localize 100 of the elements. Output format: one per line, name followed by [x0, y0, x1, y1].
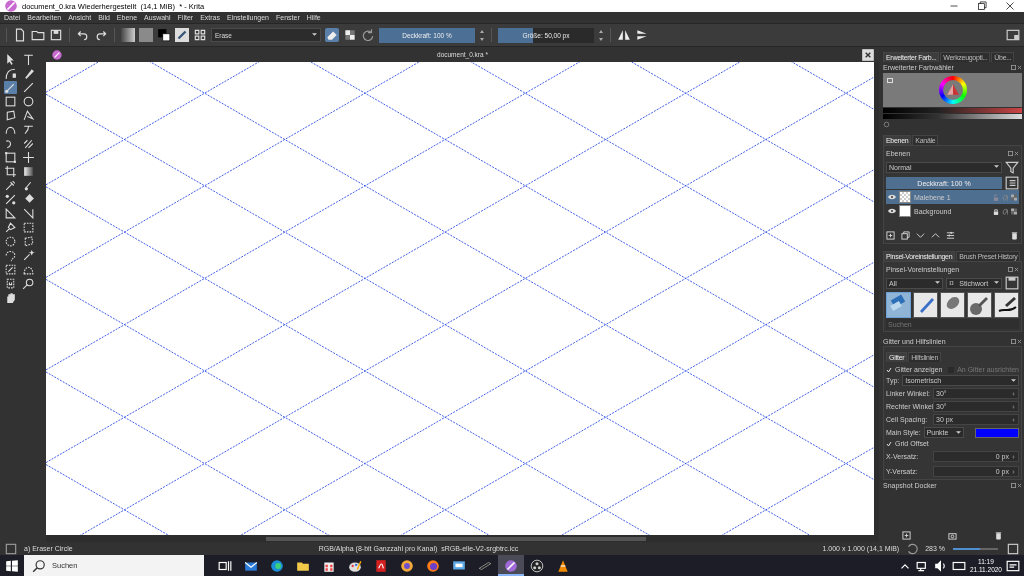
checkerboard-icon[interactable]	[1011, 193, 1017, 201]
eye-icon[interactable]	[888, 208, 896, 214]
redo-icon[interactable]	[94, 28, 108, 42]
layer-thumbnail	[899, 191, 911, 203]
dock-toggle-icon[interactable]	[1006, 28, 1020, 42]
checkbox[interactable]	[886, 366, 892, 373]
assistant-tool-icon[interactable]	[22, 207, 35, 220]
layer-properties-icon[interactable]	[1005, 176, 1019, 190]
pin-tool-icon[interactable]	[4, 221, 17, 234]
sliders-icon[interactable]	[946, 230, 955, 240]
mirror-horizontal-icon[interactable]	[617, 28, 631, 42]
polygon-tool-icon[interactable]	[4, 109, 17, 122]
ellipse-tool-icon[interactable]	[22, 95, 35, 108]
transform-tool-icon[interactable]	[4, 151, 17, 164]
color-swatch[interactable]	[975, 427, 1019, 438]
restore-icon[interactable]	[975, 0, 989, 13]
brush-tool-icon[interactable]	[4, 81, 17, 94]
marker-preset-thumbnail[interactable]	[913, 292, 938, 318]
menu-icon[interactable]	[887, 78, 893, 83]
ellipse-select-tool-icon[interactable]	[4, 235, 17, 248]
fill-tool-icon[interactable]	[22, 193, 35, 206]
gradient-tool-icon[interactable]	[22, 165, 35, 178]
pattern-swatch-icon[interactable]	[139, 28, 153, 42]
foreground-background-color-icon[interactable]	[157, 28, 171, 42]
airbrush-preset-thumbnail[interactable]	[940, 292, 965, 318]
caret-icon	[312, 33, 317, 37]
rect-tool-icon[interactable]	[4, 95, 17, 108]
checkerboard-icon[interactable]	[1011, 207, 1017, 215]
brush-app-icon	[504, 558, 518, 573]
color-triangle[interactable]	[945, 83, 960, 97]
traffic-cone-icon	[556, 558, 570, 573]
save-icon[interactable]	[49, 28, 63, 42]
windows-logo-icon[interactable]	[5, 558, 19, 573]
checkbox[interactable]	[886, 440, 892, 447]
pan-tool-icon[interactable]	[4, 291, 17, 304]
shape-edit-tool-icon[interactable]	[4, 67, 17, 80]
rotate-icon[interactable]	[905, 541, 920, 556]
caret-icon	[994, 165, 999, 169]
filter-icon[interactable]	[1005, 160, 1019, 174]
polygon-select-tool-icon[interactable]	[22, 235, 35, 248]
duplicate-icon[interactable]	[901, 230, 910, 240]
undo-icon[interactable]	[76, 28, 90, 42]
chevron-down-icon[interactable]	[916, 230, 925, 240]
eraser-icon[interactable]	[325, 28, 339, 42]
magnetic-select-tool-icon[interactable]	[4, 277, 17, 290]
camera-icon[interactable]	[948, 530, 957, 540]
multibrush-tool-icon[interactable]	[22, 137, 35, 150]
eyedropper-tool-icon[interactable]	[4, 179, 17, 192]
add-layer-icon[interactable]	[886, 230, 895, 240]
path-tool-icon[interactable]	[22, 123, 35, 136]
zoom-slider[interactable]	[953, 547, 998, 550]
polyline-tool-icon[interactable]	[22, 109, 35, 122]
lock-icon[interactable]	[993, 207, 999, 215]
save-icon[interactable]	[1005, 276, 1019, 290]
float-icon[interactable]	[1011, 483, 1016, 488]
app-logo-icon	[50, 47, 64, 62]
add-icon[interactable]	[901, 530, 911, 540]
horizontal-scrollbar[interactable]	[46, 535, 879, 542]
vertical-scrollbar[interactable]	[874, 62, 879, 535]
eraser-preset-thumbnail[interactable]	[886, 292, 911, 318]
crop-tool-icon[interactable]	[4, 165, 17, 178]
color-gradient-bar[interactable]	[883, 108, 1022, 113]
new-document-icon[interactable]	[13, 28, 27, 42]
volume-icon[interactable]	[933, 558, 948, 573]
color-gradient-bar[interactable]	[883, 114, 1022, 119]
similar-select-tool-icon[interactable]	[4, 263, 17, 276]
pencil-preset-thumbnail[interactable]	[994, 292, 1019, 318]
float-icon[interactable]	[1011, 339, 1016, 344]
reload-icon[interactable]	[361, 28, 375, 42]
trash-icon[interactable]	[1010, 230, 1019, 240]
trash-icon[interactable]	[994, 530, 1004, 540]
task-view-icon	[218, 558, 232, 573]
pointer-tool-icon[interactable]	[4, 53, 17, 66]
folder-icon[interactable]	[31, 28, 45, 42]
color-wheel[interactable]	[938, 76, 967, 104]
brush-preset-icon[interactable]	[175, 28, 189, 42]
move-tool-icon[interactable]	[22, 151, 35, 164]
rect-select-tool-icon[interactable]	[22, 221, 35, 234]
mirror-vertical-icon[interactable]	[635, 28, 649, 42]
checkerboard-icon[interactable]	[343, 28, 357, 42]
zoom-tool-icon[interactable]	[22, 277, 35, 290]
freehand-select-tool-icon[interactable]	[4, 249, 17, 262]
caret-icon	[994, 281, 999, 285]
float-icon[interactable]	[1008, 151, 1013, 156]
notification-icon[interactable]	[1006, 558, 1020, 573]
float-icon[interactable]	[1008, 267, 1013, 272]
gradient-swatch-icon[interactable]	[121, 28, 135, 42]
close-icon[interactable]	[861, 47, 875, 62]
reset-icon[interactable]	[883, 121, 890, 128]
wand-tool-icon[interactable]	[22, 249, 35, 262]
colorize-tool-icon[interactable]	[4, 193, 17, 206]
calligraphy-tool-icon[interactable]	[22, 67, 35, 80]
ink-preset-thumbnail[interactable]	[967, 292, 992, 318]
float-icon[interactable]	[1011, 65, 1016, 70]
workspace-grid-icon[interactable]	[193, 28, 207, 42]
text-tool-icon[interactable]	[22, 53, 35, 66]
palette-icon	[348, 558, 362, 573]
measure-tool-icon[interactable]	[4, 207, 17, 220]
eye-icon[interactable]	[888, 194, 896, 200]
line-tool-icon[interactable]	[22, 81, 35, 94]
